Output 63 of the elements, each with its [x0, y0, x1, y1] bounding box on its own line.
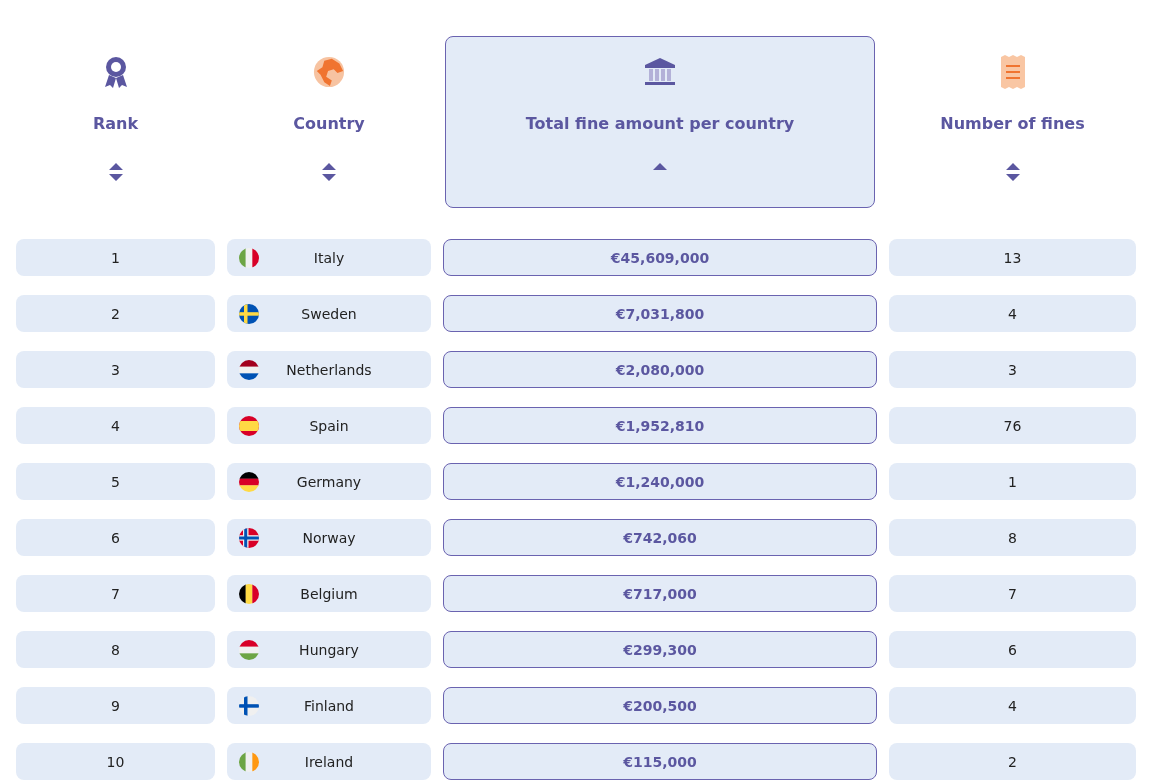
cell-text: 1: [111, 249, 120, 266]
cell-text: 2: [1008, 753, 1017, 770]
cell-text: 9: [111, 697, 120, 714]
cell-text: €7,031,800: [615, 305, 705, 322]
flag-icon: [239, 696, 259, 716]
flag-icon: [239, 584, 259, 604]
globe-icon: [313, 55, 345, 89]
cell-text: 6: [111, 529, 120, 546]
column-title: Number of fines: [940, 113, 1085, 135]
cell-text: Finland: [304, 697, 354, 714]
cell-text: 3: [111, 361, 120, 378]
sort-ascending-icon: [653, 163, 667, 170]
column-header[interactable]: Number of fines: [891, 36, 1134, 208]
flag-icon: [239, 360, 259, 380]
cell-text: 5: [111, 473, 120, 490]
cell-text: Italy: [313, 249, 345, 266]
cell-text: Belgium: [300, 585, 358, 602]
flag-icon: [239, 416, 259, 436]
flag-icon: [239, 640, 259, 660]
column-title: Country: [293, 113, 365, 135]
cell-text: 8: [1008, 529, 1017, 546]
cell-text: Hungary: [299, 641, 359, 658]
cell-text: 4: [1008, 305, 1017, 322]
cell-text: Netherlands: [286, 361, 372, 378]
cell-text: 13: [1003, 249, 1022, 266]
cell-text: 76: [1003, 417, 1022, 434]
cell-text: 1: [1008, 473, 1017, 490]
cell-text: 6: [1008, 641, 1017, 658]
sort-icon: [322, 163, 336, 181]
flag-icon: [239, 248, 259, 268]
cell-text: €45,609,000: [610, 249, 710, 266]
sort-icon: [108, 163, 123, 181]
cell-text: Germany: [296, 473, 362, 490]
cell-text: 4: [1008, 697, 1017, 714]
cell-text: €2,080,000: [615, 361, 705, 378]
cell-text: €115,000: [623, 753, 697, 770]
cell-text: €1,240,000: [615, 473, 705, 490]
column-title: Total fine amount per country: [525, 113, 795, 135]
flag-icon: [239, 304, 259, 324]
column-title: Rank: [92, 113, 139, 135]
column-header[interactable]: Country: [229, 36, 429, 208]
cell-text: Spain: [309, 417, 349, 434]
cell-text: Sweden: [301, 305, 357, 322]
column-header[interactable]: Rank: [18, 36, 213, 208]
cell-text: 3: [1008, 361, 1017, 378]
cell-text: 7: [111, 585, 120, 602]
cell-text: €717,000: [623, 585, 697, 602]
cell-text: Norway: [302, 529, 356, 546]
cell-text: 2: [111, 305, 120, 322]
sort-icon: [1005, 163, 1020, 181]
cell-text: €1,952,810: [615, 417, 705, 434]
flag-icon: [239, 472, 259, 492]
cell-text: 7: [1008, 585, 1017, 602]
cell-text: €742,060: [623, 529, 697, 546]
cell-text: 4: [111, 417, 120, 434]
cell-text: 8: [111, 641, 120, 658]
cell-text: 10: [106, 753, 125, 770]
flag-icon: [239, 752, 259, 772]
flag-icon: [239, 528, 259, 548]
column-header[interactable]: Total fine amount per country: [445, 36, 875, 208]
cell-text: €200,500: [623, 697, 697, 714]
cell-text: €299,300: [623, 641, 697, 658]
cell-text: Ireland: [304, 753, 354, 770]
